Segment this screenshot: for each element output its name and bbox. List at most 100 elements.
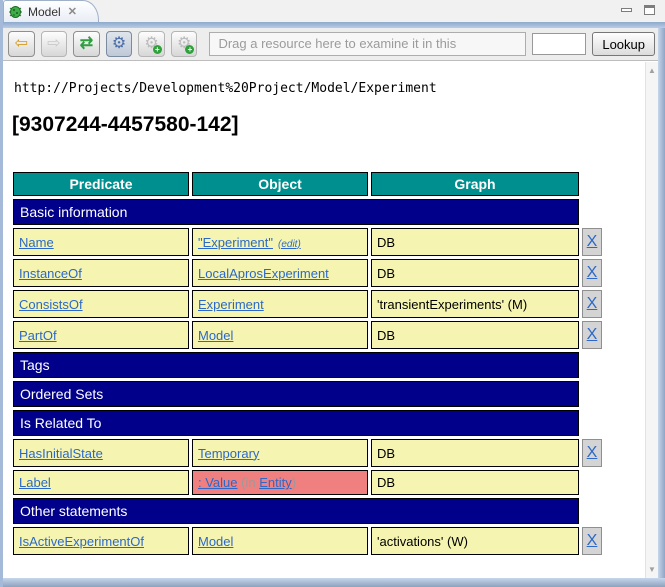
predicate-link[interactable]: IsActiveExperimentOf — [19, 534, 144, 549]
section-row-ordered-sets: Ordered Sets — [13, 381, 602, 407]
object-cell: Temporary — [192, 439, 368, 467]
object-link[interactable]: "Experiment" — [198, 235, 273, 250]
scroll-up-icon[interactable]: ▲ — [646, 66, 658, 75]
graph-cell: 'transientExperiments' (M) — [371, 290, 579, 318]
predicate-cell: IsActiveExperimentOf — [13, 527, 189, 555]
section-label: Other statements — [13, 498, 579, 524]
value-link[interactable]: : Value — [198, 475, 238, 490]
spacer-cell — [582, 199, 602, 225]
object-link[interactable]: Experiment — [198, 297, 264, 312]
object-cell: Model — [192, 527, 368, 555]
predicate-link[interactable]: Label — [19, 475, 51, 490]
gear-add-button-1[interactable]: ⚙ + — [138, 31, 165, 57]
scrollbar[interactable]: ▲ ▼ — [645, 62, 658, 578]
refresh-button[interactable]: ⇄ — [73, 31, 100, 57]
resource-id-heading: [9307244-4457580-142] — [12, 112, 645, 138]
spacer-cell — [582, 470, 602, 495]
gear-icon: ⚙ — [112, 36, 126, 52]
back-button[interactable]: ⇦ — [8, 31, 35, 57]
gear-button[interactable]: ⚙ — [106, 31, 133, 57]
spacer-cell — [582, 172, 602, 196]
predicate-link[interactable]: HasInitialState — [19, 446, 103, 461]
gear-add-button-2[interactable]: ⚙ + — [171, 31, 198, 57]
forward-arrow-icon: ⇨ — [47, 36, 60, 52]
remove-cell: X — [582, 290, 602, 318]
predicate-cell: Name — [13, 228, 189, 256]
object-link[interactable]: Model — [198, 534, 233, 549]
bug-icon — [8, 5, 23, 19]
plus-badge-icon-2: + — [185, 45, 194, 54]
object-link[interactable]: Temporary — [198, 446, 259, 461]
tab-bar: Model ✕ — [3, 0, 665, 22]
table-header-row: Predicate Object Graph — [13, 172, 602, 196]
remove-statement-button[interactable]: X — [587, 532, 598, 549]
remove-statement-button[interactable]: X — [587, 444, 598, 461]
content-area: http://Projects/Development%20Project/Mo… — [6, 61, 645, 578]
maximize-icon[interactable] — [644, 5, 655, 15]
section-row-tags: Tags — [13, 352, 602, 378]
remove-statement-button[interactable]: X — [587, 264, 598, 281]
in-text: (in — [238, 475, 260, 490]
remove-statement-button[interactable]: X — [587, 295, 598, 312]
spacer-cell — [582, 381, 602, 407]
remove-cell: X — [582, 439, 602, 467]
object-cell: Experiment — [192, 290, 368, 318]
graph-cell: DB — [371, 228, 579, 256]
remove-statement-button[interactable]: X — [587, 326, 598, 343]
graph-cell: DB — [371, 321, 579, 349]
object-cell: LocalAprosExperiment — [192, 259, 368, 287]
object-link[interactable]: LocalAprosExperiment — [198, 266, 329, 281]
lookup-input[interactable] — [532, 33, 586, 55]
spacer-cell — [582, 410, 602, 436]
close-paren-text: ) — [292, 475, 296, 490]
statement-row-name: Name "Experiment" (edit) DB X — [13, 228, 602, 256]
view-window-controls — [621, 5, 655, 15]
statement-row-hasinitialstate: HasInitialState Temporary DB X — [13, 439, 602, 467]
predicate-link[interactable]: ConsistsOf — [19, 297, 83, 312]
object-cell-invalid: : Value (in Entity) — [192, 470, 368, 495]
entity-link[interactable]: Entity — [259, 475, 292, 490]
statements-table: Predicate Object Graph Basic information… — [10, 169, 605, 558]
minimize-icon[interactable] — [621, 8, 632, 12]
object-link[interactable]: Model — [198, 328, 233, 343]
close-icon[interactable]: ✕ — [68, 5, 77, 18]
graph-cell: DB — [371, 470, 579, 495]
section-label: Tags — [13, 352, 579, 378]
view-tab-model[interactable]: Model ✕ — [3, 0, 99, 22]
predicate-link[interactable]: InstanceOf — [19, 266, 82, 281]
column-header-graph: Graph — [371, 172, 579, 196]
plus-badge-icon-1: + — [153, 45, 162, 54]
window-frame-bottom — [3, 578, 665, 587]
scroll-down-icon[interactable]: ▼ — [646, 565, 658, 574]
remove-cell: X — [582, 259, 602, 287]
predicate-cell: ConsistsOf — [13, 290, 189, 318]
spacer-cell — [582, 498, 602, 524]
graph-cell: DB — [371, 259, 579, 287]
model-view-window: Model ✕ ⇦ ⇨ ⇄ ⚙ ⚙ + ⚙ + Drag a reso — [0, 0, 665, 587]
section-label: Ordered Sets — [13, 381, 579, 407]
drag-resource-dropzone[interactable]: Drag a resource here to examine it in th… — [209, 32, 526, 56]
drag-hint-text: Drag a resource here to examine it in th… — [218, 36, 456, 51]
statement-row-instanceof: InstanceOf LocalAprosExperiment DB X — [13, 259, 602, 287]
spacer-cell — [582, 352, 602, 378]
lookup-button[interactable]: Lookup — [592, 32, 655, 56]
window-frame-right — [658, 28, 665, 587]
forward-button[interactable]: ⇨ — [41, 31, 68, 57]
statement-row-label: Label : Value (in Entity) DB — [13, 470, 602, 495]
statement-row-partof: PartOf Model DB X — [13, 321, 602, 349]
object-cell: Model — [192, 321, 368, 349]
graph-cell: DB — [371, 439, 579, 467]
tab-label: Model — [28, 5, 61, 19]
statement-row-consistsof: ConsistsOf Experiment 'transientExperime… — [13, 290, 602, 318]
statement-row-isactiveexperimentof: IsActiveExperimentOf Model 'activations'… — [13, 527, 602, 555]
graph-cell: 'activations' (W) — [371, 527, 579, 555]
object-cell: "Experiment" (edit) — [192, 228, 368, 256]
remove-statement-button[interactable]: X — [587, 233, 598, 250]
section-row-basic-information: Basic information — [13, 199, 602, 225]
resource-url: http://Projects/Development%20Project/Mo… — [14, 81, 645, 96]
predicate-link[interactable]: PartOf — [19, 328, 57, 343]
predicate-link[interactable]: Name — [19, 235, 54, 250]
edit-link[interactable]: (edit) — [278, 239, 301, 250]
refresh-icon: ⇄ — [80, 36, 93, 52]
column-header-predicate: Predicate — [13, 172, 189, 196]
